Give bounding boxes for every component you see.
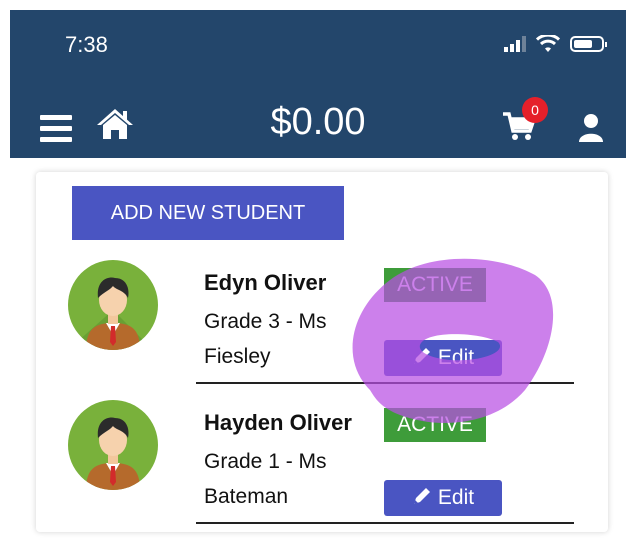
student-grade: Grade 1 - Ms Bateman: [204, 444, 379, 514]
grade-line: Grade 1 - Ms: [204, 450, 327, 473]
edit-label: Edit: [437, 346, 475, 369]
wifi-icon: [536, 35, 560, 52]
battery-icon: [570, 36, 607, 52]
teacher-line: Bateman: [204, 485, 289, 508]
user-icon[interactable]: [578, 113, 604, 147]
app-header: 7:38 $0.00 0: [10, 10, 626, 158]
status-badge: ACTIVE: [384, 408, 486, 442]
cart-count-badge: 0: [522, 97, 548, 123]
student-name: Hayden Oliver: [204, 410, 352, 435]
pencil-icon: [412, 342, 432, 378]
student-name: Edyn Oliver: [204, 270, 327, 295]
status-badge: ACTIVE: [384, 268, 486, 302]
teacher-line: Fiesley: [204, 345, 271, 368]
grade-line: Grade 3 - Ms: [204, 310, 327, 333]
student-card: ADD NEW STUDENT Edyn Oliver Grade 3 - Ms…: [36, 172, 608, 532]
student-grade: Grade 3 - Ms Fiesley: [204, 304, 379, 374]
pencil-icon: [412, 482, 432, 518]
student-avatar: [68, 400, 158, 490]
add-new-student-button[interactable]: ADD NEW STUDENT: [72, 186, 344, 240]
nav-bar: $0.00 0: [10, 85, 626, 155]
status-time: 7:38: [65, 32, 108, 57]
signal-icon: [504, 36, 526, 52]
student-row: Edyn Oliver Grade 3 - Ms Fiesley ACTIVE …: [36, 260, 608, 400]
row-divider: [196, 522, 574, 524]
status-icons: [504, 35, 607, 53]
edit-button[interactable]: Edit: [384, 480, 502, 516]
student-row: Hayden Oliver Grade 1 - Ms Bateman ACTIV…: [36, 400, 608, 540]
student-avatar: [68, 260, 158, 350]
edit-label: Edit: [437, 486, 475, 509]
row-divider: [196, 382, 574, 384]
edit-button[interactable]: Edit: [384, 340, 502, 376]
